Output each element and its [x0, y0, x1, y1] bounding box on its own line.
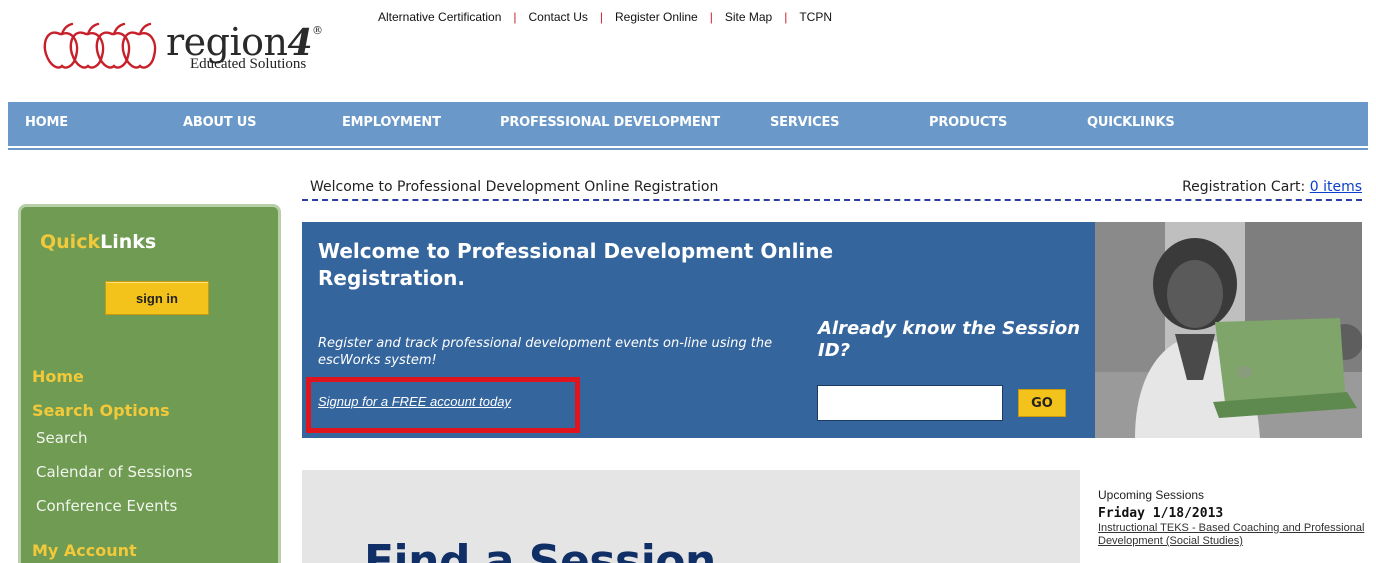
- banner-photo: [1095, 222, 1362, 438]
- toplink-register-online[interactable]: Register Online: [615, 10, 698, 24]
- toplink-separator: |: [599, 10, 603, 24]
- apples-logo-icon: [43, 22, 157, 69]
- find-session-heading: Find a Session: [364, 536, 716, 563]
- sidebar-heading-search-options: Search Options: [32, 401, 170, 420]
- quicklinks-sidebar: QuickLinks sign in Home Search Options S…: [18, 204, 281, 563]
- session-id-prompt: Already know the Session ID?: [818, 318, 1081, 361]
- nav-about-us[interactable]: ABOUT US: [183, 115, 256, 130]
- region4-logo[interactable]: region4® Educated Solutions: [42, 12, 342, 78]
- upcoming-sessions-heading: Upcoming Sessions: [1098, 488, 1205, 502]
- find-session-panel: Find a Session: [302, 470, 1080, 563]
- upcoming-session-link[interactable]: Instructional TEKS - Based Coaching and …: [1098, 522, 1368, 548]
- toplink-separator: |: [784, 10, 788, 24]
- woman-laptop-image: [1095, 222, 1362, 438]
- nav-professional-development[interactable]: PROFESSIONAL DEVELOPMENT: [500, 115, 720, 130]
- main-nav: HOME ABOUT US EMPLOYMENT PROFESSIONAL DE…: [8, 102, 1368, 146]
- nav-home[interactable]: HOME: [25, 115, 68, 130]
- cart-items-link[interactable]: 0 items: [1310, 179, 1362, 195]
- page-title: Welcome to Professional Development Onli…: [310, 179, 719, 195]
- registration-cart: Registration Cart: 0 items: [1182, 179, 1362, 195]
- nav-underline: [8, 148, 1368, 150]
- session-id-input[interactable]: [817, 385, 1003, 421]
- nav-products[interactable]: PRODUCTS: [929, 115, 1007, 130]
- toplink-tcpn[interactable]: TCPN: [799, 10, 832, 24]
- sidebar-item-home[interactable]: Home: [32, 367, 84, 386]
- nav-quicklinks[interactable]: QUICKLINKS: [1087, 115, 1175, 130]
- banner-description: Register and track professional developm…: [318, 336, 773, 368]
- cart-label: Registration Cart:: [1182, 179, 1306, 195]
- toplink-separator: |: [709, 10, 713, 24]
- dashed-divider: [302, 199, 1362, 201]
- logo-tagline: Educated Solutions: [190, 56, 307, 72]
- sign-in-button[interactable]: sign in: [105, 281, 209, 315]
- sidebar-item-calendar[interactable]: Calendar of Sessions: [36, 463, 193, 481]
- nav-services[interactable]: SERVICES: [770, 115, 840, 130]
- upcoming-session-date: Friday 1/18/2013: [1098, 506, 1224, 521]
- top-links: Alternative Certification | Contact Us |…: [378, 10, 832, 24]
- welcome-banner: Welcome to Professional Development Onli…: [302, 222, 1095, 438]
- sidebar-item-search[interactable]: Search: [36, 429, 88, 447]
- go-button[interactable]: GO: [1018, 389, 1066, 417]
- nav-employment[interactable]: EMPLOYMENT: [342, 115, 441, 130]
- toplink-contact-us[interactable]: Contact Us: [529, 10, 588, 24]
- toplink-site-map[interactable]: Site Map: [725, 10, 772, 24]
- toplink-alternative-certification[interactable]: Alternative Certification: [378, 10, 501, 24]
- quicklinks-title: QuickLinks: [40, 231, 157, 253]
- signup-link[interactable]: Signup for a FREE account today: [318, 394, 511, 409]
- sidebar-heading-my-account: My Account: [32, 541, 137, 560]
- sidebar-item-conference[interactable]: Conference Events: [36, 497, 177, 515]
- toplink-separator: |: [513, 10, 517, 24]
- banner-title: Welcome to Professional Development Onli…: [318, 239, 834, 290]
